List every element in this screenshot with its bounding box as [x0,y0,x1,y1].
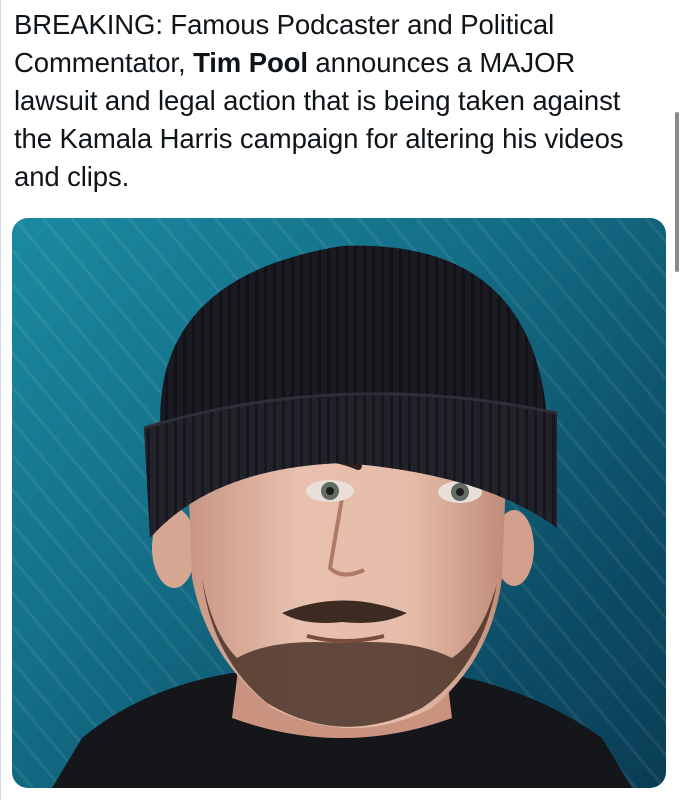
tweet-text: BREAKING: Famous Podcaster and Political… [14,6,664,196]
portrait-illustration [12,218,666,788]
tweet-photo[interactable] [12,218,666,788]
frame-border [0,0,1,800]
left-eye [306,480,354,502]
tweet-mention-name: Tim Pool [193,47,308,78]
scrollbar-thumb[interactable] [675,112,679,272]
scrollbar[interactable] [670,0,684,800]
